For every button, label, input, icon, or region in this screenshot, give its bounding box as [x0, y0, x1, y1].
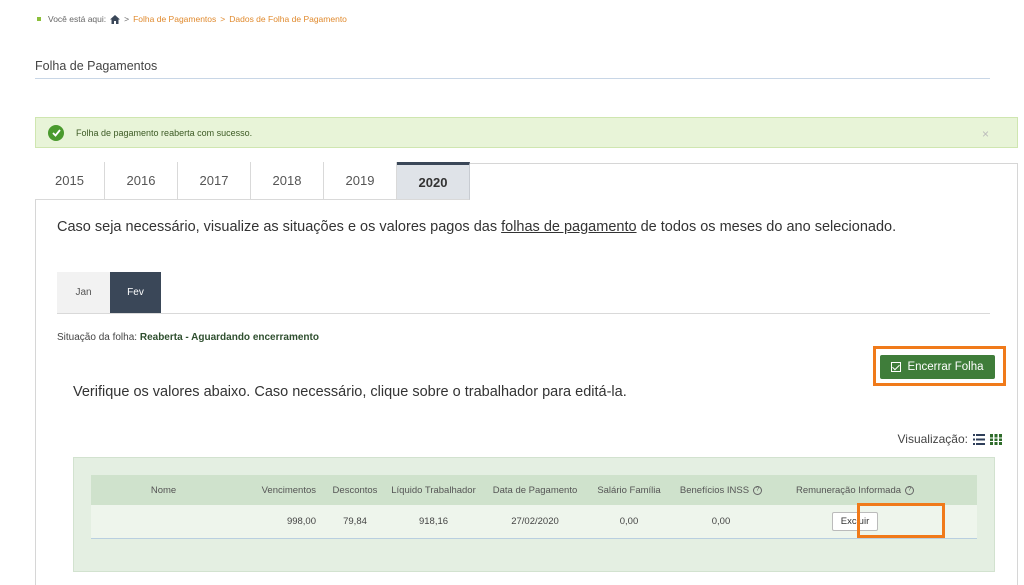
breadcrumb-item-folha[interactable]: Folha de Pagamentos: [133, 14, 216, 24]
col-vencimentos: Vencimentos: [261, 484, 316, 496]
payroll-status: Situação da folha: Reaberta - Aguardando…: [57, 332, 319, 343]
success-alert: Folha de pagamento reaberta com sucesso.…: [35, 117, 1018, 148]
month-divider: [57, 313, 990, 314]
folhas-link[interactable]: folhas de pagamento: [501, 219, 636, 235]
breadcrumb-bullet: [37, 17, 41, 21]
cell-beneficios-inss: 0,00: [711, 516, 731, 527]
year-tabs: 2015 2016 2017 2018 2019 2020: [35, 162, 470, 200]
status-label: Situação da folha:: [57, 332, 138, 343]
delete-button-highlight: [857, 503, 945, 538]
cell-descontos: 79,84: [343, 516, 367, 527]
col-remuneracao: Remuneração Informada?: [773, 485, 937, 496]
col-remuneracao-label: Remuneração Informada: [795, 484, 902, 496]
encerrar-folha-label: Encerrar Folha: [907, 361, 984, 373]
table-row[interactable]: 998,00 79,84 918,16 27/02/2020 0,00 0,00…: [91, 505, 977, 539]
intro-text-before: Caso seja necessário, visualize as situa…: [57, 219, 502, 235]
tab-year-2020[interactable]: 2020: [397, 162, 470, 200]
breadcrumb-separator: >: [124, 14, 130, 24]
help-icon[interactable]: ?: [753, 485, 763, 495]
encerrar-folha-button[interactable]: Encerrar Folha: [880, 355, 995, 379]
alert-message: Folha de pagamento reaberta com sucesso.: [76, 127, 253, 138]
tab-year-2019[interactable]: 2019: [324, 162, 397, 200]
col-data-pagamento: Data de Pagamento: [492, 484, 578, 496]
check-circle-icon: [48, 124, 64, 141]
breadcrumb-prefix: Você está aqui:: [48, 14, 107, 24]
col-nome: Nome: [150, 484, 177, 496]
tab-month-fev[interactable]: Fev: [110, 272, 161, 313]
month-tabs: Jan Fev: [57, 272, 161, 313]
col-beneficios-inss: Benefícios INSS?: [669, 485, 773, 496]
col-liquido: Líquido Trabalhador: [391, 484, 476, 496]
tab-year-2016[interactable]: 2016: [105, 162, 178, 200]
list-icon[interactable]: [973, 433, 985, 445]
page-title: Folha de Pagamentos: [35, 59, 158, 73]
payroll-table: Nome Vencimentos Descontos Líquido Traba…: [91, 475, 977, 539]
col-beneficios-inss-label: Benefícios INSS: [679, 484, 750, 496]
home-icon[interactable]: [110, 14, 121, 24]
cell-liquido: 918,16: [418, 516, 449, 527]
table-header: Nome Vencimentos Descontos Líquido Traba…: [91, 475, 977, 505]
alert-close-icon[interactable]: ×: [982, 127, 989, 141]
visualization-toggle: Visualização:: [897, 432, 1002, 446]
intro-text-after: de todos os meses do ano selecionado.: [636, 219, 897, 235]
cell-vencimentos: 998,00: [286, 516, 316, 527]
help-icon[interactable]: ?: [905, 485, 915, 495]
cell-data-pagamento: 27/02/2020: [511, 516, 559, 527]
grid-icon[interactable]: [990, 433, 1002, 445]
breadcrumb-separator: >: [220, 14, 226, 24]
tab-year-2015[interactable]: 2015: [35, 162, 105, 200]
visualization-label: Visualização:: [897, 432, 969, 446]
breadcrumb-item-dados[interactable]: Dados de Folha de Pagamento: [229, 14, 347, 24]
verify-instructions: Verifique os valores abaixo. Caso necess…: [73, 384, 627, 400]
checkbox-icon: [891, 362, 902, 372]
cell-salario-familia: 0,00: [619, 516, 639, 527]
breadcrumb: Você está aqui: > Folha de Pagamentos > …: [37, 14, 347, 24]
col-descontos: Descontos: [332, 484, 378, 496]
intro-text: Caso seja necessário, visualize as situa…: [57, 219, 896, 235]
title-divider: [35, 78, 990, 79]
tab-year-2017[interactable]: 2017: [178, 162, 251, 200]
tab-month-jan[interactable]: Jan: [57, 272, 110, 313]
col-salario-familia: Salário Família: [597, 484, 661, 496]
status-value: Reaberta - Aguardando encerramento: [139, 332, 319, 343]
tab-year-2018[interactable]: 2018: [251, 162, 324, 200]
